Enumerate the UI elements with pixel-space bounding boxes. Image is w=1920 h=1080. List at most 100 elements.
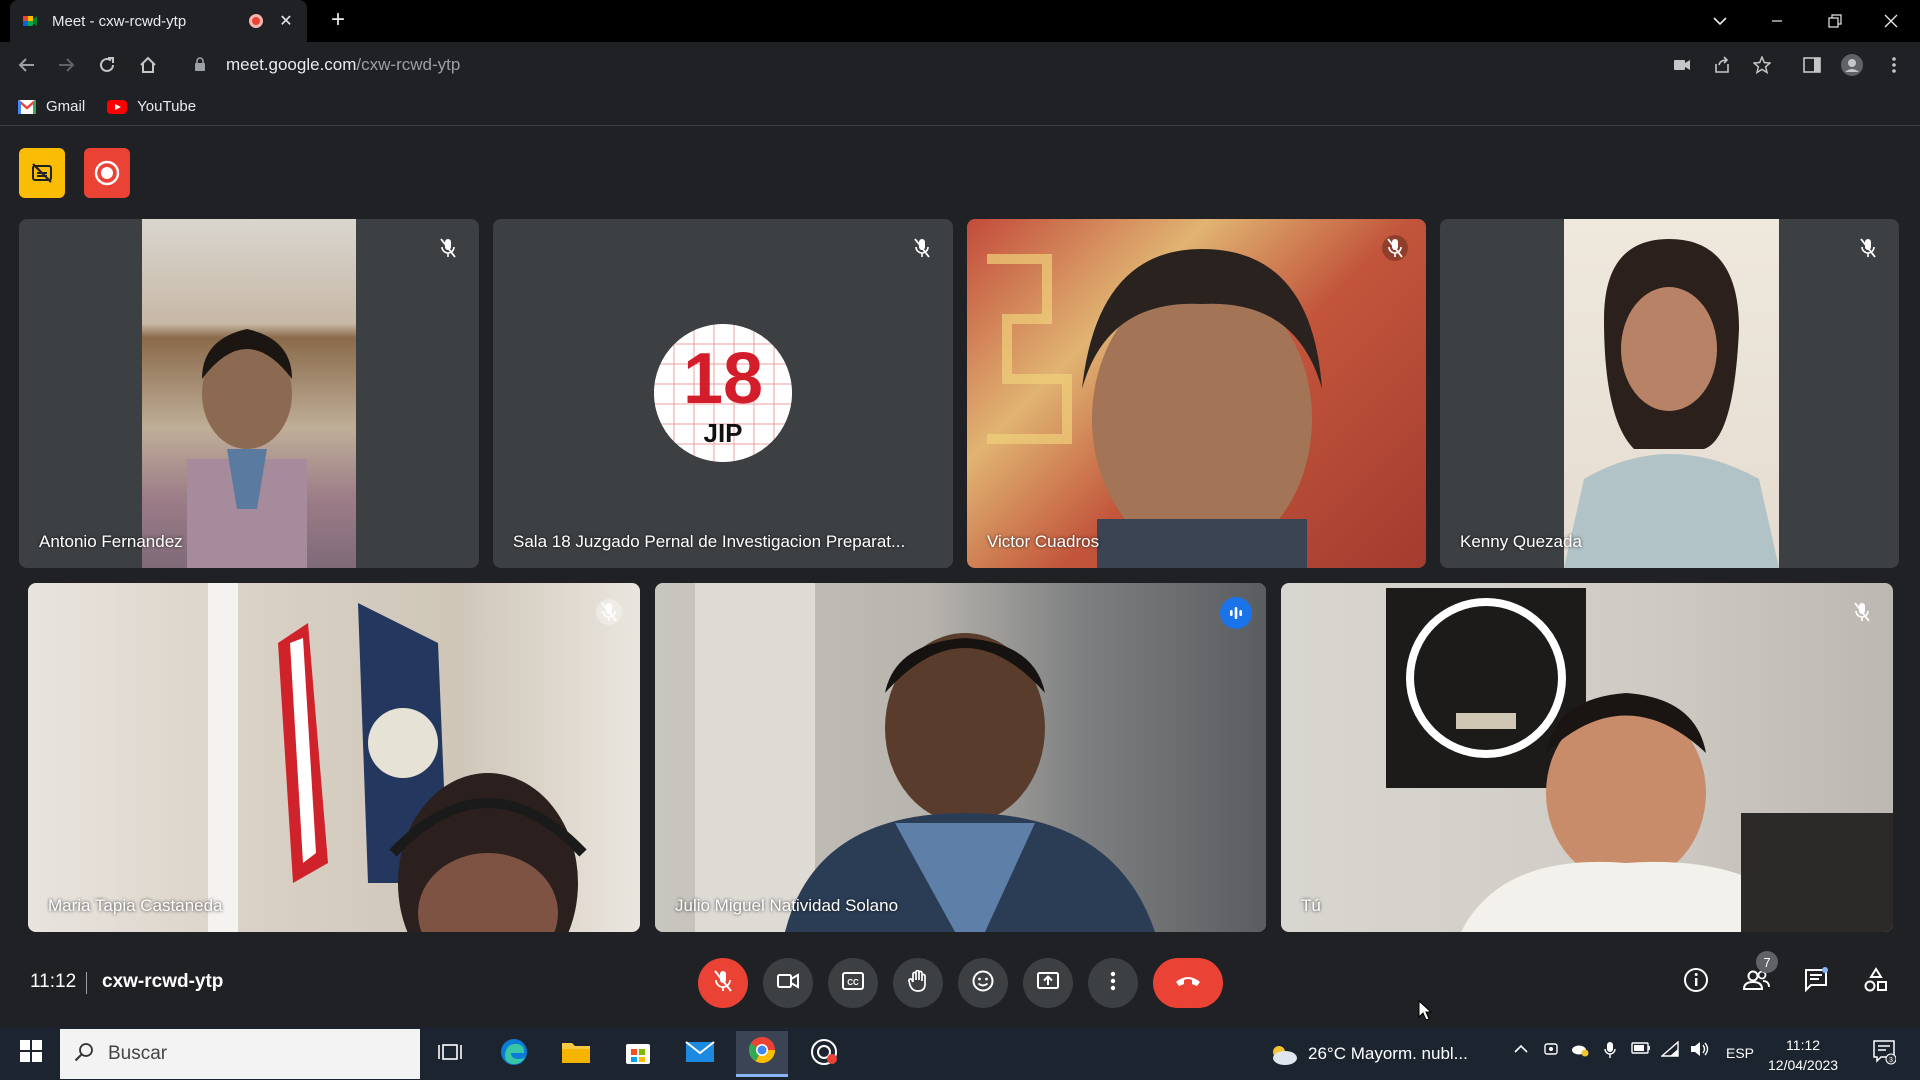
restore-button[interactable] [1812, 0, 1858, 42]
video-feed [28, 583, 640, 932]
browser-menu-icon[interactable] [1882, 53, 1906, 77]
task-view-button[interactable] [424, 1031, 476, 1077]
address-bar[interactable]: meet.google.com/cxw-rcwd-ytp [178, 47, 1753, 83]
forward-button[interactable] [52, 51, 80, 79]
participant-name: Julio Miguel Natividad Solano [675, 896, 899, 915]
svg-text:3: 3 [1889, 1057, 1893, 1064]
input-language[interactable]: ESP [1726, 1045, 1754, 1061]
activities-button[interactable] [1856, 962, 1896, 1002]
browser-tab-strip: Meet - cxw-rcwd-ytp ✕ + [0, 0, 1920, 42]
tab-title: Meet - cxw-rcwd-ytp [52, 12, 187, 30]
bookmark-star-icon[interactable] [1750, 53, 1774, 77]
screen-recorder-icon [809, 1037, 839, 1072]
present-screen-button[interactable] [1023, 958, 1073, 1008]
chat-button[interactable] [1796, 962, 1836, 1002]
back-button[interactable] [13, 51, 41, 79]
tab-search-icon[interactable] [1697, 0, 1743, 42]
show-hidden-icons-icon[interactable] [1514, 1041, 1528, 1057]
minimize-button[interactable] [1754, 0, 1800, 42]
taskbar-clock[interactable]: 11:12 12/04/2023 [1768, 1035, 1838, 1075]
microphone-tray-icon[interactable] [1604, 1041, 1616, 1062]
browser-toolbar: meet.google.com/cxw-rcwd-ytp [0, 42, 1920, 88]
taskbar-edge[interactable] [488, 1031, 540, 1077]
chrome-icon [747, 1035, 777, 1070]
gmail-icon [18, 99, 36, 114]
hand-icon [908, 969, 928, 997]
taskbar-date: 12/04/2023 [1768, 1057, 1839, 1073]
new-tab-button[interactable]: + [325, 8, 351, 34]
notifications-icon[interactable]: 3 [1872, 1039, 1897, 1068]
participant-tile-victor[interactable]: Victor Cuadros [967, 219, 1426, 568]
tab-recording-indicator-icon [249, 14, 263, 28]
youtube-icon [107, 99, 128, 114]
volume-icon[interactable] [1690, 1041, 1710, 1060]
video-feed [967, 219, 1426, 568]
avatar-acronym: JIP [703, 418, 743, 448]
camera-in-use-icon[interactable] [1670, 53, 1694, 77]
meet-now-icon[interactable] [1543, 1041, 1559, 1060]
muted-mic-icon [1382, 235, 1408, 261]
participant-tile-antonio[interactable]: Antonio Fernandez [19, 219, 479, 568]
bookmark-youtube[interactable]: YouTube [107, 98, 196, 115]
reactions-button[interactable] [958, 958, 1008, 1008]
home-button[interactable] [134, 51, 162, 79]
video-feed [655, 583, 1266, 932]
mouse-cursor-icon [1418, 999, 1433, 1027]
search-icon [74, 1042, 94, 1067]
taskbar-screen-recorder[interactable] [798, 1031, 850, 1077]
muted-mic-icon [596, 599, 622, 625]
meeting-code: cxw-rcwd-ytp [102, 971, 224, 992]
windows-logo-icon [20, 1040, 42, 1067]
muted-mic-icon [1855, 235, 1881, 261]
bookmark-gmail[interactable]: Gmail [18, 98, 85, 115]
weather-widget[interactable]: 26°C Mayorm. nubl... [1268, 1027, 1468, 1080]
more-vert-icon [1110, 971, 1116, 996]
taskbar-time: 11:12 [1786, 1037, 1821, 1053]
close-window-button[interactable] [1868, 0, 1914, 42]
bookmark-label: YouTube [137, 98, 197, 115]
store-icon [624, 1038, 652, 1071]
profile-avatar-icon[interactable] [1840, 53, 1864, 77]
participant-tile-kenny[interactable]: Kenny Quezada [1440, 219, 1899, 568]
meeting-details-button[interactable] [1676, 962, 1716, 1002]
reload-button[interactable] [93, 51, 121, 79]
side-panel-icon[interactable] [1800, 53, 1824, 77]
tab-close-icon[interactable]: ✕ [277, 11, 295, 31]
participant-name: Tú [1301, 896, 1321, 915]
share-icon[interactable] [1710, 53, 1734, 77]
no-captions-icon[interactable] [19, 148, 65, 198]
meet-favicon-icon [22, 13, 38, 29]
taskbar-file-explorer[interactable] [550, 1031, 602, 1077]
avatar-number: 18 [682, 339, 764, 419]
network-icon[interactable] [1660, 1040, 1679, 1060]
chat-icon [1803, 966, 1829, 998]
windows-taskbar: Buscar 26°C Mayorm. nubl... ESP 11:12 12… [0, 999, 1920, 1080]
camera-toggle-button[interactable] [763, 958, 813, 1008]
captions-button[interactable]: CC [828, 958, 878, 1008]
lock-icon [194, 57, 208, 73]
mic-toggle-button[interactable] [698, 958, 748, 1008]
onedrive-warning-icon[interactable] [1571, 1041, 1589, 1060]
participant-tile-self[interactable]: Tú [1281, 583, 1893, 932]
taskbar-store[interactable] [612, 1031, 664, 1077]
participant-name: Antonio Fernandez [39, 532, 183, 551]
raise-hand-button[interactable] [893, 958, 943, 1008]
battery-icon[interactable] [1631, 1041, 1651, 1057]
muted-mic-icon [1849, 599, 1875, 625]
cloud-icon [1268, 1043, 1298, 1065]
taskbar-search-box[interactable]: Buscar [60, 1029, 420, 1079]
leave-call-button[interactable] [1153, 958, 1223, 1008]
video-feed [1281, 583, 1893, 932]
more-options-button[interactable] [1088, 958, 1138, 1008]
participant-tile-maria[interactable]: Maria Tapia Castaneda [28, 583, 640, 932]
taskbar-mail[interactable] [674, 1031, 726, 1077]
info-icon [1683, 967, 1709, 998]
url-text: meet.google.com/cxw-rcwd-ytp [226, 55, 460, 75]
recording-icon[interactable] [84, 148, 130, 198]
browser-tab-meet[interactable]: Meet - cxw-rcwd-ytp ✕ [10, 0, 307, 42]
start-button[interactable] [10, 1027, 52, 1080]
participant-tile-sala18[interactable]: 18 JIP Sala 18 Juzgado Pernal de Investi… [493, 219, 953, 568]
taskbar-chrome[interactable] [736, 1031, 788, 1077]
participant-name: Kenny Quezada [1460, 532, 1582, 551]
participant-tile-julio[interactable]: Julio Miguel Natividad Solano [655, 583, 1266, 932]
